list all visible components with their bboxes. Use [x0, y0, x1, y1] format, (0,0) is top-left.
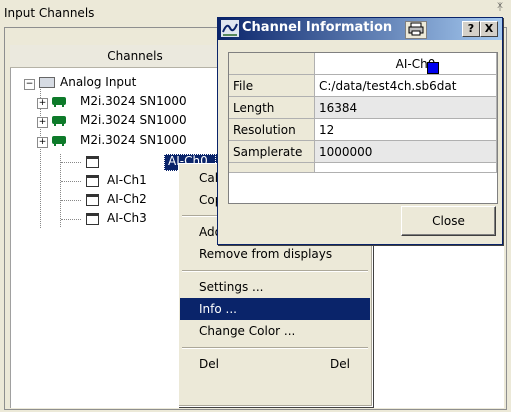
tree-line	[61, 200, 81, 201]
channel-icon	[86, 213, 99, 225]
menu-item-settings[interactable]: Settings ...	[180, 276, 370, 298]
menu-separator	[182, 270, 368, 272]
row-label-resolution: Resolution	[229, 119, 315, 141]
tree-item-card[interactable]: M2i.3024 SN1000	[80, 93, 187, 110]
menu-separator	[182, 347, 368, 349]
card-icon	[52, 116, 66, 126]
collapse-icon[interactable]: −	[24, 79, 35, 90]
tree-item-card[interactable]: M2i.3024 SN1000	[80, 112, 187, 129]
tree-item-channel[interactable]: AI-Ch1	[107, 172, 147, 189]
tree-line	[61, 219, 81, 220]
info-table: AI-Ch0 File C:/data/test4ch.sb6dat Lengt…	[228, 52, 498, 204]
tree-item-channel[interactable]: AI-Ch2	[107, 191, 147, 208]
tree-item-card[interactable]: M2i.3024 SN1000	[80, 132, 187, 149]
pin-icon[interactable]: ᛡ	[497, 2, 503, 13]
table-column-header: AI-Ch0	[315, 53, 497, 75]
printer-icon	[408, 22, 424, 36]
dialog-title: Channel Information	[242, 20, 393, 35]
row-value-resolution: 12	[315, 119, 497, 141]
tree-item-channel[interactable]: AI-Ch3	[107, 210, 147, 227]
row-value-length: 16384	[315, 97, 497, 119]
print-button[interactable]	[405, 21, 427, 39]
row-label-empty	[229, 163, 315, 173]
tree-line	[61, 181, 81, 182]
tree-line	[60, 154, 61, 227]
channel-icon	[86, 175, 99, 187]
row-label-samplerate: Samplerate	[229, 141, 315, 163]
menu-item-del[interactable]: Del Del	[180, 353, 370, 375]
row-value-empty	[315, 163, 497, 173]
menu-shortcut-del: Del	[330, 357, 350, 371]
expand-icon[interactable]: +	[37, 117, 48, 128]
tree-item-analog-input[interactable]: Analog Input	[60, 74, 136, 91]
card-icon	[52, 136, 66, 146]
row-label-length: Length	[229, 97, 315, 119]
app-icon	[221, 20, 239, 37]
expand-icon[interactable]: +	[37, 137, 48, 148]
table-corner	[229, 53, 315, 75]
analog-input-icon	[39, 77, 55, 88]
menu-item-info[interactable]: Info ...	[180, 298, 370, 320]
row-value-samplerate: 1000000	[315, 141, 497, 163]
close-window-button[interactable]: X	[480, 21, 498, 37]
channel-icon	[86, 156, 99, 168]
card-icon	[52, 97, 66, 107]
help-button[interactable]: ?	[462, 21, 480, 37]
menu-item-change-color[interactable]: Change Color ...	[180, 320, 370, 342]
channel-color-swatch	[427, 62, 439, 74]
channel-icon	[86, 194, 99, 206]
expand-icon[interactable]: +	[37, 98, 48, 109]
row-label-file: File	[229, 75, 315, 97]
menu-item-del-label: Del	[199, 357, 219, 371]
row-value-file: C:/data/test4ch.sb6dat	[315, 75, 497, 97]
tree-line	[61, 162, 81, 163]
panel-title: Input Channels	[4, 6, 95, 20]
channel-information-dialog: Channel Information ? X AI-Ch0 File C:/d…	[217, 17, 503, 245]
menu-item-remove-from-displays[interactable]: Remove from displays	[180, 243, 370, 265]
close-button[interactable]: Close	[401, 206, 496, 236]
